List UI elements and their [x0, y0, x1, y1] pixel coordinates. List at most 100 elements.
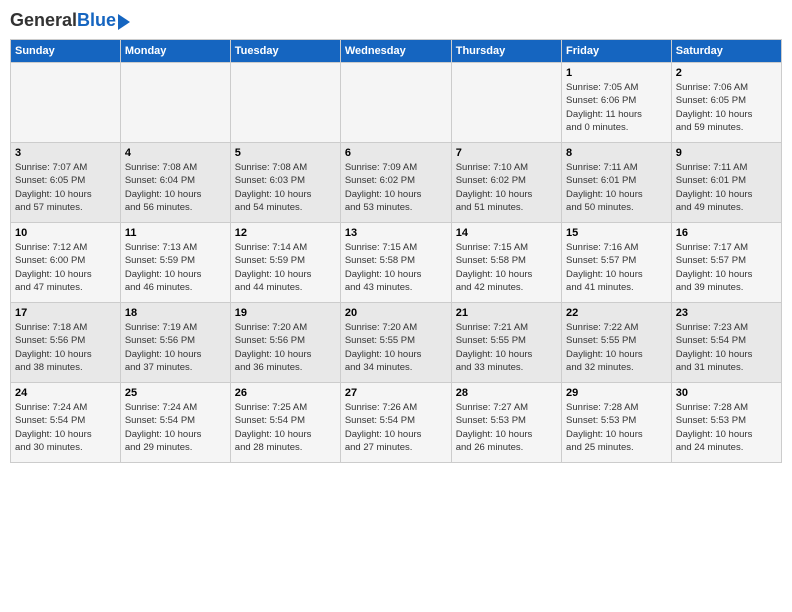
calendar-cell: 8 Sunrise: 7:11 AM Sunset: 6:01 PM Daylig… [562, 143, 672, 223]
day-number: 12 [235, 227, 336, 239]
day-number: 26 [235, 387, 336, 399]
calendar-cell: 23 Sunrise: 7:23 AM Sunset: 5:54 PM Dayli… [671, 303, 781, 383]
day-info: Sunrise: 7:18 AM Sunset: 5:56 PM Dayligh… [15, 321, 116, 374]
day-info: Sunrise: 7:24 AM Sunset: 5:54 PM Dayligh… [125, 401, 226, 454]
calendar-cell: 18 Sunrise: 7:19 AM Sunset: 5:56 PM Dayli… [120, 303, 230, 383]
day-number: 23 [676, 307, 777, 319]
calendar-cell [120, 63, 230, 143]
week-row-4: 24 Sunrise: 7:24 AM Sunset: 5:54 PM Dayli… [11, 383, 782, 463]
day-number: 1 [566, 67, 667, 79]
day-info: Sunrise: 7:21 AM Sunset: 5:55 PM Dayligh… [456, 321, 557, 374]
week-row-0: 1Sunrise: 7:05 AM Sunset: 6:06 PM Daylig… [11, 63, 782, 143]
day-number: 18 [125, 307, 226, 319]
day-info: Sunrise: 7:14 AM Sunset: 5:59 PM Dayligh… [235, 241, 336, 294]
calendar-cell: 16 Sunrise: 7:17 AM Sunset: 5:57 PM Dayli… [671, 223, 781, 303]
col-header-thursday: Thursday [451, 40, 561, 63]
col-header-wednesday: Wednesday [340, 40, 451, 63]
day-number: 8 [566, 147, 667, 159]
calendar-cell: 4Sunrise: 7:08 AM Sunset: 6:04 PM Daylig… [120, 143, 230, 223]
calendar-cell: 6Sunrise: 7:09 AM Sunset: 6:02 PM Daylig… [340, 143, 451, 223]
day-number: 22 [566, 307, 667, 319]
logo-blue-text: Blue [77, 10, 116, 31]
logo-arrow-icon [118, 14, 130, 30]
col-header-saturday: Saturday [671, 40, 781, 63]
week-row-2: 10 Sunrise: 7:12 AM Sunset: 6:00 PM Dayli… [11, 223, 782, 303]
calendar-cell: 27 Sunrise: 7:26 AM Sunset: 5:54 PM Dayli… [340, 383, 451, 463]
day-number: 10 [15, 227, 116, 239]
calendar-cell: 14 Sunrise: 7:15 AM Sunset: 5:58 PM Dayli… [451, 223, 561, 303]
day-number: 14 [456, 227, 557, 239]
day-number: 30 [676, 387, 777, 399]
calendar-cell: 7 Sunrise: 7:10 AM Sunset: 6:02 PM Daylig… [451, 143, 561, 223]
day-info: Sunrise: 7:20 AM Sunset: 5:55 PM Dayligh… [345, 321, 447, 374]
calendar-cell: 19Sunrise: 7:20 AM Sunset: 5:56 PM Dayli… [230, 303, 340, 383]
day-info: Sunrise: 7:19 AM Sunset: 5:56 PM Dayligh… [125, 321, 226, 374]
day-info: Sunrise: 7:28 AM Sunset: 5:53 PM Dayligh… [676, 401, 777, 454]
day-info: Sunrise: 7:27 AM Sunset: 5:53 PM Dayligh… [456, 401, 557, 454]
day-info: Sunrise: 7:11 AM Sunset: 6:01 PM Dayligh… [566, 161, 667, 214]
calendar-cell: 22 Sunrise: 7:22 AM Sunset: 5:55 PM Dayli… [562, 303, 672, 383]
calendar-cell: 9 Sunrise: 7:11 AM Sunset: 6:01 PM Daylig… [671, 143, 781, 223]
day-info: Sunrise: 7:06 AM Sunset: 6:05 PM Dayligh… [676, 81, 777, 134]
day-info: Sunrise: 7:22 AM Sunset: 5:55 PM Dayligh… [566, 321, 667, 374]
day-number: 11 [125, 227, 226, 239]
calendar-cell: 20Sunrise: 7:20 AM Sunset: 5:55 PM Dayli… [340, 303, 451, 383]
day-number: 4 [125, 147, 226, 159]
calendar-cell: 28 Sunrise: 7:27 AM Sunset: 5:53 PM Dayli… [451, 383, 561, 463]
day-number: 2 [676, 67, 777, 79]
col-header-monday: Monday [120, 40, 230, 63]
day-number: 29 [566, 387, 667, 399]
calendar-cell: 29 Sunrise: 7:28 AM Sunset: 5:53 PM Dayli… [562, 383, 672, 463]
day-number: 17 [15, 307, 116, 319]
day-number: 19 [235, 307, 336, 319]
col-header-tuesday: Tuesday [230, 40, 340, 63]
day-info: Sunrise: 7:17 AM Sunset: 5:57 PM Dayligh… [676, 241, 777, 294]
calendar-cell: 10 Sunrise: 7:12 AM Sunset: 6:00 PM Dayli… [11, 223, 121, 303]
day-info: Sunrise: 7:23 AM Sunset: 5:54 PM Dayligh… [676, 321, 777, 374]
calendar-table: SundayMondayTuesdayWednesdayThursdayFrid… [10, 39, 782, 463]
calendar-cell [340, 63, 451, 143]
day-number: 15 [566, 227, 667, 239]
day-info: Sunrise: 7:26 AM Sunset: 5:54 PM Dayligh… [345, 401, 447, 454]
day-info: Sunrise: 7:15 AM Sunset: 5:58 PM Dayligh… [456, 241, 557, 294]
calendar-cell: 30 Sunrise: 7:28 AM Sunset: 5:53 PM Dayli… [671, 383, 781, 463]
day-info: Sunrise: 7:12 AM Sunset: 6:00 PM Dayligh… [15, 241, 116, 294]
day-info: Sunrise: 7:16 AM Sunset: 5:57 PM Dayligh… [566, 241, 667, 294]
calendar-cell: 3 Sunrise: 7:07 AM Sunset: 6:05 PM Daylig… [11, 143, 121, 223]
calendar-cell: 26 Sunrise: 7:25 AM Sunset: 5:54 PM Dayli… [230, 383, 340, 463]
day-info: Sunrise: 7:25 AM Sunset: 5:54 PM Dayligh… [235, 401, 336, 454]
day-info: Sunrise: 7:10 AM Sunset: 6:02 PM Dayligh… [456, 161, 557, 214]
week-row-3: 17 Sunrise: 7:18 AM Sunset: 5:56 PM Dayli… [11, 303, 782, 383]
calendar-cell: 13 Sunrise: 7:15 AM Sunset: 5:58 PM Dayli… [340, 223, 451, 303]
day-number: 13 [345, 227, 447, 239]
calendar-cell: 1Sunrise: 7:05 AM Sunset: 6:06 PM Daylig… [562, 63, 672, 143]
day-info: Sunrise: 7:07 AM Sunset: 6:05 PM Dayligh… [15, 161, 116, 214]
calendar-header-row: SundayMondayTuesdayWednesdayThursdayFrid… [11, 40, 782, 63]
logo: General Blue [10, 10, 130, 31]
calendar-cell [11, 63, 121, 143]
calendar-cell [230, 63, 340, 143]
calendar-cell: 15 Sunrise: 7:16 AM Sunset: 5:57 PM Dayli… [562, 223, 672, 303]
day-info: Sunrise: 7:28 AM Sunset: 5:53 PM Dayligh… [566, 401, 667, 454]
calendar-cell: 2 Sunrise: 7:06 AM Sunset: 6:05 PM Daylig… [671, 63, 781, 143]
calendar-cell: 17 Sunrise: 7:18 AM Sunset: 5:56 PM Dayli… [11, 303, 121, 383]
logo-general-text: General [10, 10, 77, 31]
day-info: Sunrise: 7:15 AM Sunset: 5:58 PM Dayligh… [345, 241, 447, 294]
col-header-friday: Friday [562, 40, 672, 63]
day-number: 9 [676, 147, 777, 159]
day-number: 27 [345, 387, 447, 399]
day-number: 16 [676, 227, 777, 239]
day-number: 7 [456, 147, 557, 159]
calendar-cell: 11Sunrise: 7:13 AM Sunset: 5:59 PM Dayli… [120, 223, 230, 303]
day-number: 24 [15, 387, 116, 399]
calendar-cell [451, 63, 561, 143]
week-row-1: 3 Sunrise: 7:07 AM Sunset: 6:05 PM Daylig… [11, 143, 782, 223]
day-number: 28 [456, 387, 557, 399]
day-number: 3 [15, 147, 116, 159]
day-info: Sunrise: 7:11 AM Sunset: 6:01 PM Dayligh… [676, 161, 777, 214]
day-number: 21 [456, 307, 557, 319]
calendar-cell: 12 Sunrise: 7:14 AM Sunset: 5:59 PM Dayli… [230, 223, 340, 303]
calendar-cell: 24Sunrise: 7:24 AM Sunset: 5:54 PM Dayli… [11, 383, 121, 463]
calendar-cell: 5Sunrise: 7:08 AM Sunset: 6:03 PM Daylig… [230, 143, 340, 223]
day-number: 25 [125, 387, 226, 399]
